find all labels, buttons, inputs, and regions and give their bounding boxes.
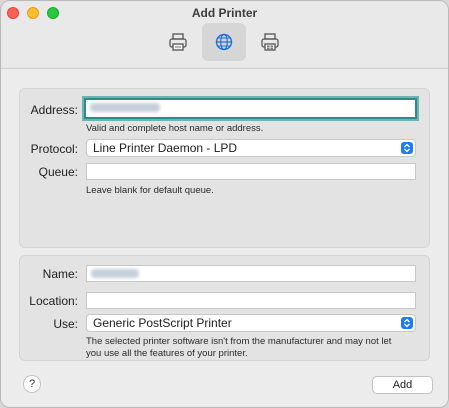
- use-popup[interactable]: Generic PostScript Printer: [86, 314, 416, 332]
- protocol-label: Protocol:: [30, 142, 78, 156]
- name-value-redacted: [91, 269, 139, 279]
- address-hint: Valid and complete host name or address.: [86, 123, 264, 134]
- globe-icon: [215, 33, 233, 51]
- protocol-popup[interactable]: Line Printer Daemon - LPD: [86, 139, 416, 157]
- name-field[interactable]: [86, 265, 416, 282]
- use-hint: The selected printer software isn't from…: [86, 336, 391, 360]
- location-label: Location:: [29, 294, 78, 308]
- queue-field[interactable]: [86, 163, 416, 180]
- windows-printer-icon: [261, 33, 279, 51]
- use-label: Use:: [53, 317, 78, 331]
- printer-icon: [169, 33, 187, 51]
- toolbar-ip-button[interactable]: [202, 23, 246, 61]
- chevron-updown-icon: [401, 142, 413, 154]
- queue-label: Queue:: [38, 165, 78, 179]
- use-value: Generic PostScript Printer: [93, 316, 232, 330]
- protocol-value: Line Printer Daemon - LPD: [93, 141, 238, 155]
- address-value-redacted: [90, 103, 160, 113]
- help-button[interactable]: ?: [23, 375, 41, 393]
- add-button[interactable]: Add: [372, 376, 433, 394]
- content-area: Address: Valid and complete host name or…: [1, 70, 448, 407]
- name-label: Name:: [42, 267, 78, 281]
- queue-hint: Leave blank for default queue.: [86, 185, 214, 196]
- toolbar-default-button[interactable]: [156, 23, 200, 61]
- add-printer-window: Add Printer Address: Valid and complete …: [0, 0, 449, 408]
- address-panel: Address: Valid and complete host name or…: [19, 88, 430, 248]
- address-field[interactable]: [82, 96, 419, 121]
- use-hint-line1: The selected printer software isn't from…: [86, 336, 392, 347]
- chevron-updown-icon: [401, 317, 413, 329]
- location-field[interactable]: [86, 292, 416, 309]
- titlebar: Add Printer: [1, 1, 448, 69]
- use-hint-line2: you use all the features of your printer…: [86, 348, 248, 359]
- details-panel: Name: Location: Use: Generic PostScript …: [19, 255, 430, 361]
- toolbar: [1, 23, 448, 61]
- window-title: Add Printer: [191, 6, 258, 20]
- address-label: Address:: [30, 103, 78, 117]
- toolbar-windows-button[interactable]: [248, 23, 292, 61]
